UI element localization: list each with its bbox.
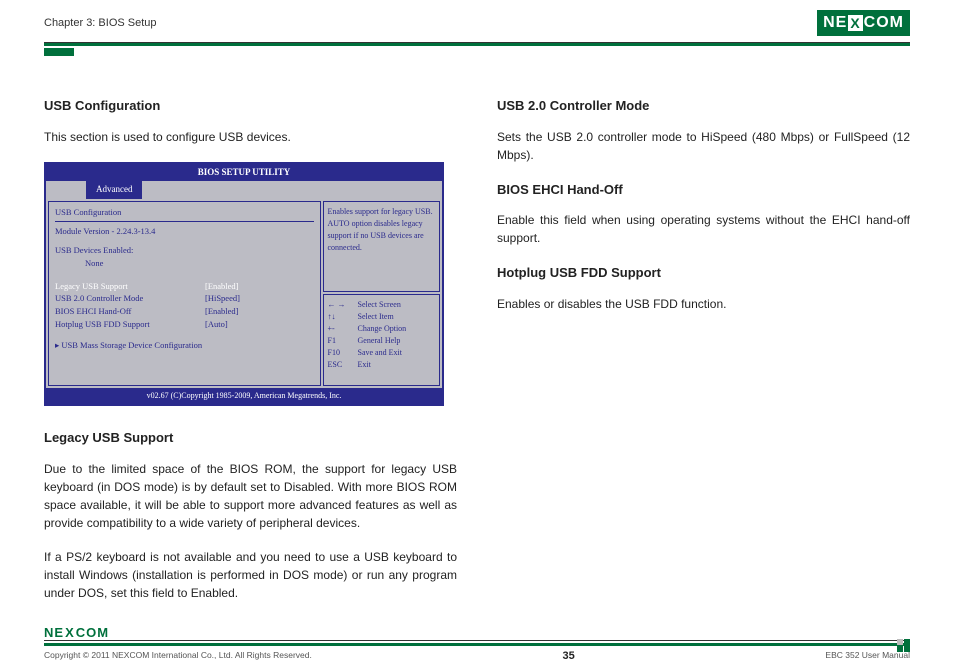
chapter-label: Chapter 3: BIOS Setup xyxy=(44,17,157,29)
right-column: USB 2.0 Controller Mode Sets the USB 2.0… xyxy=(497,96,910,618)
bios-option-value: [Enabled] xyxy=(205,280,239,293)
spacer xyxy=(55,270,314,280)
footer-squares-icon xyxy=(897,639,910,652)
header-rule xyxy=(44,43,910,46)
logo-part-right: COM xyxy=(864,14,904,32)
footer-row: Copyright © 2011 NEXCOM International Co… xyxy=(44,650,910,662)
bios-key-desc: Select Item xyxy=(358,311,394,323)
page-header: Chapter 3: BIOS Setup NE X COM xyxy=(44,10,910,40)
bios-key-desc: General Help xyxy=(358,335,401,347)
bios-key-name: ← → xyxy=(328,299,358,311)
bios-section-title: USB Configuration xyxy=(55,206,314,223)
footer-logo-right: COM xyxy=(76,625,109,640)
bios-option-row: Hotplug USB FDD Support[Auto] xyxy=(55,318,314,331)
heading-usb20-mode: USB 2.0 Controller Mode xyxy=(497,96,910,116)
para-hotplug: Enables or disables the USB FDD function… xyxy=(497,295,910,313)
content-columns: USB Configuration This section is used t… xyxy=(44,96,910,618)
bios-key-name: F1 xyxy=(328,335,358,347)
para-legacy-2: If a PS/2 keyboard is not available and … xyxy=(44,548,457,602)
logo-part-x: X xyxy=(848,15,862,31)
bios-option-label: USB 2.0 Controller Mode xyxy=(55,292,205,305)
bios-right-pane: Enables support for legacy USB. AUTO opt… xyxy=(323,201,441,387)
bios-tab-spacer xyxy=(46,181,86,199)
bios-body: USB Configuration Module Version - 2.24.… xyxy=(46,199,442,389)
footer-logo: NE X COM xyxy=(44,625,910,640)
bios-footer: v02.67 (C)Copyright 1985-2009, American … xyxy=(46,388,442,404)
heading-hotplug: Hotplug USB FDD Support xyxy=(497,263,910,283)
bios-key-name: ESC xyxy=(328,359,358,371)
bios-option-value: [Auto] xyxy=(205,318,228,331)
bios-key-row: ↑↓Select Item xyxy=(328,311,436,323)
heading-ehci: BIOS EHCI Hand-Off xyxy=(497,180,910,200)
para-usb20-mode: Sets the USB 2.0 controller mode to HiSp… xyxy=(497,128,910,164)
bios-key-name: ↑↓ xyxy=(328,311,358,323)
header-tab-block xyxy=(44,48,74,56)
bios-tab-bar: Advanced xyxy=(46,181,442,199)
bios-key-row: ← →Select Screen xyxy=(328,299,436,311)
para-legacy-1: Due to the limited space of the BIOS ROM… xyxy=(44,460,457,532)
footer-rule xyxy=(44,643,910,646)
spacer xyxy=(55,331,314,339)
bios-option-rows: Legacy USB Support[Enabled]USB 2.0 Contr… xyxy=(55,280,314,331)
bios-devices-label: USB Devices Enabled: xyxy=(55,244,314,257)
para-usb-config: This section is used to configure USB de… xyxy=(44,128,457,146)
bios-key-row: +-Change Option xyxy=(328,323,436,335)
page-number: 35 xyxy=(563,650,575,662)
footer-rule-thin xyxy=(44,640,910,641)
bios-devices-value: None xyxy=(55,257,314,270)
bios-key-desc: Exit xyxy=(358,359,371,371)
footer-logo-x: X xyxy=(65,625,75,640)
bios-option-row: USB 2.0 Controller Mode[HiSpeed] xyxy=(55,292,314,305)
para-ehci: Enable this field when using operating s… xyxy=(497,211,910,247)
bios-key-row: F1General Help xyxy=(328,335,436,347)
bios-key-legend: ← →Select Screen↑↓Select Item+-Change Op… xyxy=(323,294,441,386)
bios-option-label: BIOS EHCI Hand-Off xyxy=(55,305,205,318)
heading-usb-config: USB Configuration xyxy=(44,96,457,116)
bios-help-text: Enables support for legacy USB. AUTO opt… xyxy=(323,201,441,293)
footer-logo-left: NE xyxy=(44,625,64,640)
left-column: USB Configuration This section is used t… xyxy=(44,96,457,618)
bios-key-row: F10Save and Exit xyxy=(328,347,436,359)
spacer xyxy=(55,351,314,381)
bios-option-label: Legacy USB Support xyxy=(55,280,205,293)
bios-key-desc: Save and Exit xyxy=(358,347,402,359)
bios-option-value: [HiSpeed] xyxy=(205,292,240,305)
bios-module-version: Module Version - 2.24.3-13.4 xyxy=(55,225,314,238)
footer-copyright: Copyright © 2011 NEXCOM International Co… xyxy=(44,650,312,660)
bios-left-pane: USB Configuration Module Version - 2.24.… xyxy=(48,201,321,387)
bios-key-desc: Select Screen xyxy=(358,299,401,311)
brand-logo: NE X COM xyxy=(817,10,910,36)
bios-option-value: [Enabled] xyxy=(205,305,239,318)
bios-option-label: Hotplug USB FDD Support xyxy=(55,318,205,331)
bios-key-row: ESCExit xyxy=(328,359,436,371)
heading-legacy-usb: Legacy USB Support xyxy=(44,428,457,448)
bios-key-desc: Change Option xyxy=(358,323,407,335)
page: Chapter 3: BIOS Setup NE X COM USB Confi… xyxy=(0,0,954,672)
bios-tab-advanced: Advanced xyxy=(86,181,142,199)
bios-screenshot: BIOS SETUP UTILITY Advanced USB Configur… xyxy=(44,162,444,407)
bios-key-name: F10 xyxy=(328,347,358,359)
bios-option-row: BIOS EHCI Hand-Off[Enabled] xyxy=(55,305,314,318)
bios-option-row: Legacy USB Support[Enabled] xyxy=(55,280,314,293)
bios-key-name: +- xyxy=(328,323,358,335)
bios-title: BIOS SETUP UTILITY xyxy=(46,164,442,182)
logo-part-left: NE xyxy=(823,14,847,32)
bios-submenu: ▸ USB Mass Storage Device Configuration xyxy=(55,339,314,352)
page-footer: NE X COM Copyright © 2011 NEXCOM Interna… xyxy=(44,625,910,662)
